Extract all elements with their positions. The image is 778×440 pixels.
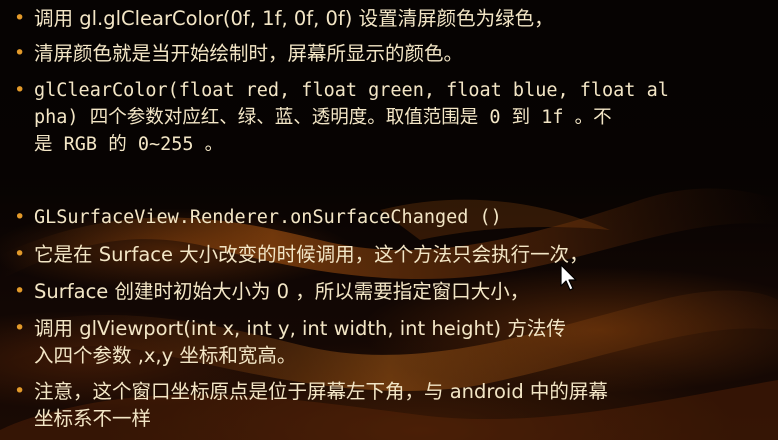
mouse-pointer-icon <box>560 264 577 291</box>
slide: • 调用 gl.glClearColor(0f, 1f, 0f, 0f) 设置清… <box>0 0 778 440</box>
list-item-line: pha) 四个参数对应红、绿、蓝、透明度。取值范围是 0 到 1f 。不 <box>34 107 612 128</box>
bullet-dot-icon: • <box>14 317 26 339</box>
bullet-dot-icon: • <box>14 380 26 402</box>
bullet-dot-icon: • <box>14 280 26 302</box>
list-item-line: 清屏颜色就是当开始绘制时，屏幕所显示的颜色。 <box>34 42 464 65</box>
list-item-line: Surface 创建时初始大小为 0 ，所以需要指定窗口大小， <box>34 280 530 303</box>
list-item-line: glClearColor(float red, float green, flo… <box>34 80 669 101</box>
list-item-line: 调用 glViewport(int x, int y, int width, i… <box>34 317 566 340</box>
bullet-dot-icon: • <box>14 243 26 265</box>
bullet-list: • 调用 gl.glClearColor(0f, 1f, 0f, 0f) 设置清… <box>0 0 778 440</box>
list-item-line: 入四个参数 ,x,y 坐标和宽高。 <box>34 344 297 367</box>
list-item-line: 它是在 Surface 大小改变的时候调用，这个方法只会执行一次， <box>34 243 589 266</box>
list-item-line: 坐标系不一样 <box>34 407 152 430</box>
bullet-dot-icon: • <box>14 7 26 29</box>
bullet-dot-icon: • <box>14 79 26 101</box>
bullet-dot-icon: • <box>14 42 26 64</box>
list-item-line: GLSurfaceView.Renderer.onSurfaceChanged … <box>34 207 502 228</box>
list-item-line: 是 RGB 的 0~255 。 <box>34 134 224 155</box>
list-item: • 调用 gl.glClearColor(0f, 1f, 0f, 0f) 设置清… <box>14 5 754 32</box>
list-item-line: 注意，这个窗口坐标原点是位于屏幕左下角，与 android 中的屏幕 <box>34 380 608 403</box>
list-item: • 它是在 Surface 大小改变的时候调用，这个方法只会执行一次， <box>14 241 754 268</box>
list-item: • 调用 glViewport(int x, int y, int width,… <box>14 315 754 369</box>
list-item: • Surface 创建时初始大小为 0 ，所以需要指定窗口大小， <box>14 278 754 305</box>
list-item: • 清屏颜色就是当开始绘制时，屏幕所显示的颜色。 <box>14 40 754 67</box>
list-item-line: 调用 gl.glClearColor(0f, 1f, 0f, 0f) 设置清屏颜… <box>34 7 554 30</box>
list-item: • GLSurfaceView.Renderer.onSurfaceChange… <box>14 204 754 231</box>
list-item: • glClearColor(float red, float green, f… <box>14 77 754 158</box>
bullet-dot-icon: • <box>14 206 26 228</box>
list-item: • 注意，这个窗口坐标原点是位于屏幕左下角，与 android 中的屏幕 坐标系… <box>14 378 754 432</box>
